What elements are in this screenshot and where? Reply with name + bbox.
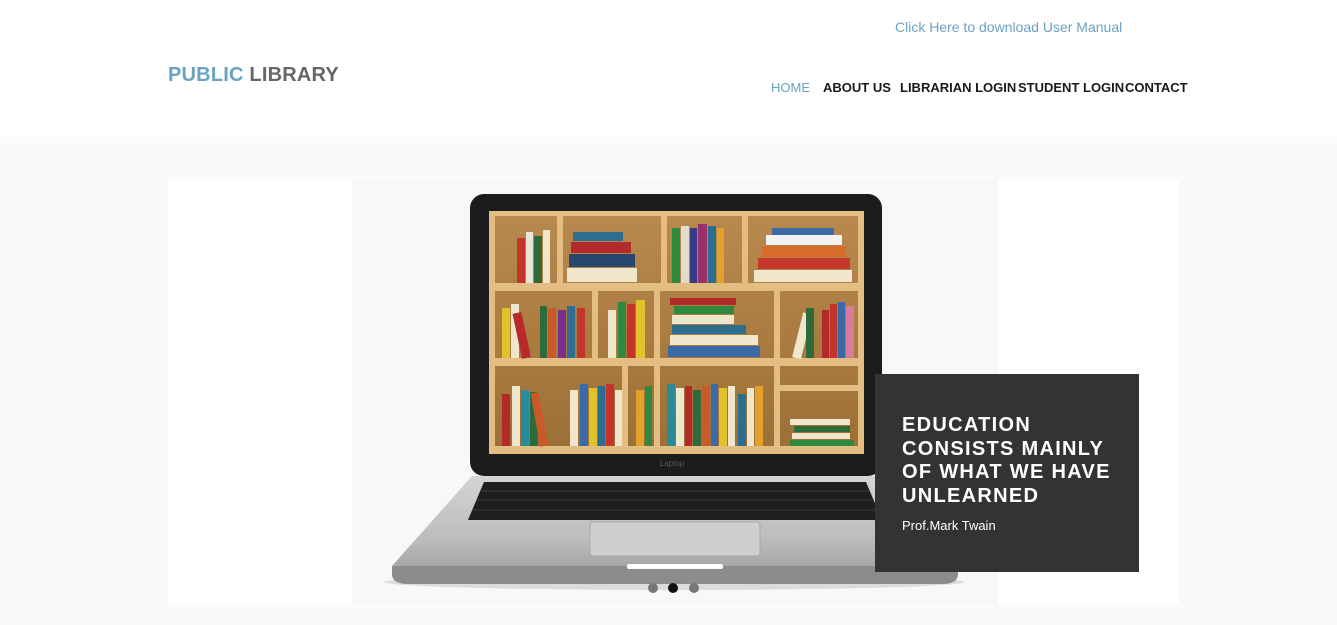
hero-slider: Laptop EDUCATION CONSISTS MAINLY OF WHAT…	[0, 137, 1337, 625]
slider-dot-1[interactable]	[648, 583, 658, 593]
caption-author: Prof.Mark Twain	[902, 518, 996, 533]
nav-about-us[interactable]: ABOUT US	[823, 80, 891, 95]
download-manual-link[interactable]: Click Here to download User Manual	[895, 19, 1122, 35]
nav-student-login[interactable]: STUDENT LOGIN	[1018, 80, 1124, 95]
slider-dot-2[interactable]	[668, 583, 678, 593]
laptop-brand-label: Laptop	[660, 459, 685, 468]
site-logo[interactable]: PUBLIC LIBRARY	[168, 64, 339, 87]
slide-caption: EDUCATION CONSISTS MAINLY OF WHAT WE HAV…	[875, 374, 1139, 572]
caption-title: EDUCATION CONSISTS MAINLY OF WHAT WE HAV…	[902, 414, 1111, 507]
nav-librarian-login[interactable]: LIBRARIAN LOGIN	[900, 80, 1016, 95]
site-header: Click Here to download User Manual PUBLI…	[0, 0, 1337, 137]
logo-public-text: PUBLIC	[168, 64, 244, 86]
nav-home[interactable]: HOME	[771, 80, 810, 95]
nav-contact[interactable]: CONTACT	[1125, 80, 1188, 95]
logo-library-text: LIBRARY	[249, 64, 339, 86]
slider-dot-3[interactable]	[689, 583, 699, 593]
